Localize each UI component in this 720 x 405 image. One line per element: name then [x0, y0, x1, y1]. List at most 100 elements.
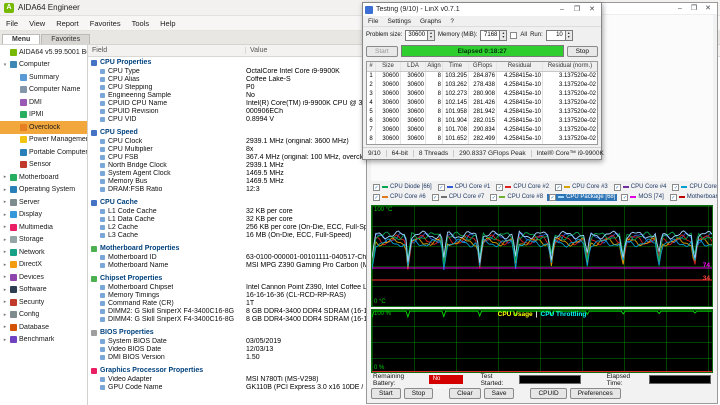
sidebar-item-computer-name[interactable]: Computer Name — [0, 84, 87, 97]
checkbox-icon[interactable]: ✓ — [373, 193, 380, 201]
legend-cpu-core-4[interactable]: ✓ CPU Core #4 — [612, 183, 669, 191]
legend-mos-74[interactable]: ✓ MOS [74] — [619, 193, 665, 201]
legend-cpu-core-5[interactable]: ✓ CPU Core #5 — [670, 183, 717, 191]
spinner-arrows-icon[interactable]: ▴ ▾ — [427, 30, 435, 40]
close-icon[interactable]: ✕ — [585, 4, 599, 16]
linx-menu-graphs[interactable]: Graphs — [420, 18, 441, 25]
chevron-right-icon[interactable]: ▸ — [2, 199, 8, 205]
checkbox-icon[interactable]: ✓ — [549, 193, 557, 201]
sidebar-item-overclock[interactable]: Overclock — [0, 121, 87, 134]
sidebar-item-portable-computer[interactable]: Portable Computer — [0, 146, 87, 159]
sidebar-item-config[interactable]: ▸ Config — [0, 309, 87, 322]
sidebar-item-display[interactable]: ▸ Display — [0, 209, 87, 222]
sidebar-item-database[interactable]: ▸ Database — [0, 321, 87, 334]
sidebar-item-ipmi[interactable]: IPMI — [0, 109, 87, 122]
monitor-clear-button[interactable]: Clear — [449, 388, 481, 399]
aida-menu-favorites[interactable]: Favorites — [90, 19, 121, 28]
ipmi-icon — [20, 111, 27, 119]
sidebar-item-benchmark[interactable]: ▸ Benchmark — [0, 334, 87, 347]
linx-stop-button[interactable]: Stop — [566, 45, 598, 57]
legend-cpu-core-6[interactable]: ✓ CPU Core #6 — [371, 193, 428, 201]
chevron-right-icon[interactable]: ▸ — [2, 287, 8, 293]
linx-titlebar[interactable]: Testing (9/10) - LinX v0.7.1 – ❐ ✕ — [363, 3, 601, 16]
checkbox-icon[interactable]: ✓ — [496, 183, 504, 191]
legend-cpu-core-3[interactable]: ✓ CPU Core #3 — [553, 183, 610, 191]
spinner-arrows-icon[interactable]: ▴ ▾ — [564, 30, 572, 40]
chevron-right-icon[interactable]: ▸ — [2, 262, 8, 268]
sidebar-item-software[interactable]: ▸ Software — [0, 284, 87, 297]
aida-menu-tools[interactable]: Tools — [132, 19, 150, 28]
chevron-right-icon[interactable]: ▸ — [2, 324, 8, 330]
run-count-input[interactable]: 10 ▴ ▾ — [545, 29, 573, 41]
chevron-right-icon[interactable]: ▸ — [2, 212, 8, 218]
checkbox-icon[interactable]: ✓ — [672, 183, 680, 191]
sidebar-item-directx[interactable]: ▸ DirectX — [0, 259, 87, 272]
problem-size-input[interactable]: 30600 ▴ ▾ — [405, 29, 436, 41]
maximize-icon[interactable]: ❐ — [570, 4, 584, 16]
chevron-right-icon[interactable]: ▸ — [2, 237, 8, 243]
aida-menu-view[interactable]: View — [29, 19, 45, 28]
sidebar-item-aida64-v5-99-5001-beta[interactable]: AIDA64 v5.99.5001 Beta — [0, 46, 87, 59]
legend-cpu-core-7[interactable]: ✓ CPU Core #7 — [430, 193, 487, 201]
chevron-right-icon[interactable]: ▸ — [2, 224, 8, 230]
sidebar-item-operating-system[interactable]: ▸ Operating System — [0, 184, 87, 197]
sidebar-item-security[interactable]: ▸ Security — [0, 296, 87, 309]
checkbox-icon[interactable]: ✓ — [490, 193, 498, 201]
monitor-cpuid-button[interactable]: CPUID — [530, 388, 567, 399]
chevron-right-icon[interactable]: ▸ — [2, 274, 8, 280]
aida-menu-report[interactable]: Report — [56, 19, 79, 28]
linx-cell: 1 — [367, 72, 376, 81]
sidebar-item-network[interactable]: ▸ Network — [0, 246, 87, 259]
memory-input[interactable]: 7168 ▴ ▾ — [480, 29, 508, 41]
checkbox-icon[interactable]: ✓ — [373, 183, 380, 191]
sidebar-item-devices[interactable]: ▸ Devices — [0, 271, 87, 284]
legend-motherboard-34[interactable]: ✓ Motherboard [34] — [668, 193, 717, 201]
sidebar-item-dmi[interactable]: DMI — [0, 96, 87, 109]
tab-menu[interactable]: Menu — [2, 34, 41, 44]
legend-cpu-package-68[interactable]: ✓ CPU Package [68] — [547, 193, 618, 201]
minimize-icon[interactable]: – — [555, 4, 569, 16]
chevron-right-icon[interactable]: ▸ — [2, 249, 8, 255]
aida-menu-help[interactable]: Help — [160, 19, 175, 28]
chevron-right-icon[interactable]: ▸ — [2, 299, 8, 305]
close-icon[interactable]: ✕ — [701, 3, 715, 15]
chevron-right-icon[interactable]: ▸ — [2, 174, 8, 180]
monitor-start-button[interactable]: Start — [371, 388, 401, 399]
sidebar-item-server[interactable]: ▸ Server — [0, 196, 87, 209]
sidebar-item-motherboard[interactable]: ▸ Motherboard — [0, 171, 87, 184]
monitor-save-button[interactable]: Save — [483, 388, 515, 399]
legend-cpu-core-8[interactable]: ✓ CPU Core #8 — [488, 193, 545, 201]
chevron-right-icon[interactable]: ▸ — [2, 312, 8, 318]
checkbox-icon[interactable]: ✓ — [613, 183, 621, 191]
legend-cpu-diode-66[interactable]: ✓ CPU Diode [66] — [371, 183, 434, 191]
linx-start-button[interactable]: Start — [366, 45, 398, 57]
linx-menu-help[interactable]: ? — [450, 18, 454, 25]
column-field[interactable]: Field — [88, 47, 246, 54]
checkbox-icon[interactable]: ✓ — [669, 193, 677, 201]
sidebar-item-multimedia[interactable]: ▸ Multimedia — [0, 221, 87, 234]
legend-cpu-core-2[interactable]: ✓ CPU Core #2 — [494, 183, 551, 191]
sidebar-item-sensor[interactable]: Sensor — [0, 159, 87, 172]
checkbox-icon[interactable]: ✓ — [437, 183, 445, 191]
all-memory-checkbox[interactable] — [510, 31, 518, 39]
chevron-down-icon[interactable]: ▾ — [2, 62, 8, 68]
legend-cpu-core-1[interactable]: ✓ CPU Core #1 — [436, 183, 493, 191]
maximize-icon[interactable]: ❐ — [687, 3, 701, 15]
sidebar-item-power-management[interactable]: Power Management — [0, 134, 87, 147]
monitor-stop-button[interactable]: Stop — [403, 388, 434, 399]
spinner-arrows-icon[interactable]: ▴ ▾ — [499, 30, 507, 40]
checkbox-icon[interactable]: ✓ — [431, 193, 439, 201]
minimize-icon[interactable]: – — [673, 3, 687, 15]
sidebar-item-computer[interactable]: ▾ Computer — [0, 59, 87, 72]
tab-favorites[interactable]: Favorites — [41, 34, 91, 44]
aida-menu-file[interactable]: File — [6, 19, 18, 28]
chevron-right-icon[interactable]: ▸ — [2, 337, 8, 343]
monitor-preferences-button[interactable]: Preferences — [569, 388, 621, 399]
checkbox-icon[interactable]: ✓ — [621, 193, 629, 201]
checkbox-icon[interactable]: ✓ — [555, 183, 563, 191]
chevron-right-icon[interactable]: ▸ — [2, 187, 8, 193]
linx-menu-settings[interactable]: Settings — [387, 18, 411, 25]
sidebar-item-storage[interactable]: ▸ Storage — [0, 234, 87, 247]
linx-menu-file[interactable]: File — [368, 18, 378, 25]
sidebar-item-summary[interactable]: Summary — [0, 71, 87, 84]
